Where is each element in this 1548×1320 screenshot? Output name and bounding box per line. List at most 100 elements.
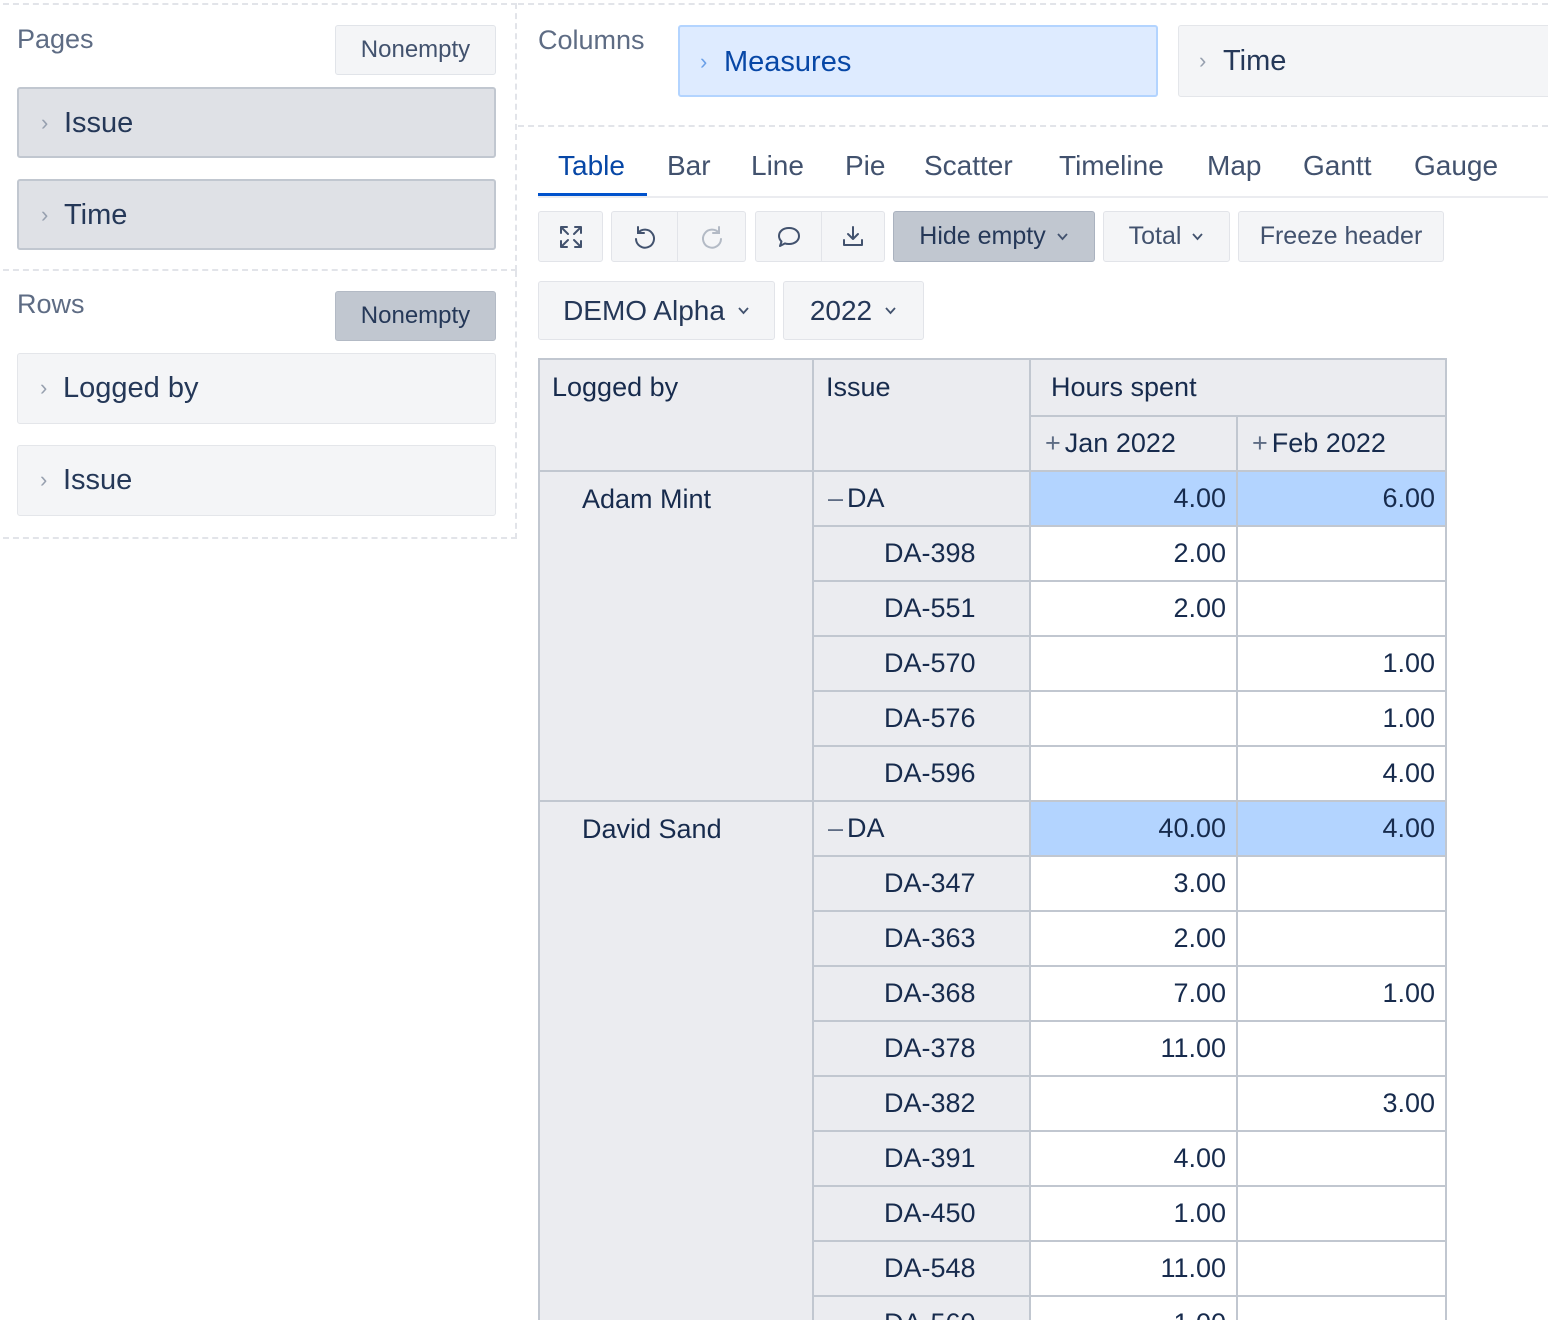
project-filter-dropdown[interactable]: DEMO Alpha [538, 281, 775, 340]
chevron-down-icon [885, 307, 896, 315]
issue-cell[interactable]: DA-347 [812, 855, 1031, 912]
chart-type-tabs: Table Bar Line Pie Scatter Timeline Map … [538, 140, 1548, 198]
value-cell[interactable]: 4.00 [1029, 470, 1238, 527]
columns-section: Columns › Measures › Time [518, 3, 1548, 127]
tab-scatter[interactable]: Scatter [924, 150, 1013, 182]
tab-pie[interactable]: Pie [845, 150, 885, 182]
value-cell[interactable]: 2.00 [1029, 580, 1238, 637]
member-logged-by[interactable]: David Sand [538, 800, 814, 1320]
issue-cell[interactable]: DA-368 [812, 965, 1031, 1022]
rows-item-logged-by[interactable]: › Logged by [17, 353, 496, 424]
value-cell[interactable]: 7.00 [1029, 965, 1238, 1022]
value-cell[interactable]: 4.00 [1029, 1130, 1238, 1187]
issue-cell[interactable]: DA-391 [812, 1130, 1031, 1187]
value-cell[interactable]: 6.00 [1236, 470, 1447, 527]
value-cell[interactable] [1236, 580, 1447, 637]
value-cell[interactable]: 2.00 [1029, 525, 1238, 582]
total-dropdown[interactable]: Total [1103, 211, 1230, 262]
chevron-right-icon: › [1199, 48, 1207, 73]
tab-gauge[interactable]: Gauge [1414, 150, 1498, 182]
header-jan-2022[interactable]: + Jan 2022 [1029, 415, 1238, 472]
columns-item-label: Measures [724, 46, 852, 78]
undo-button[interactable] [611, 211, 678, 262]
value-cell[interactable] [1236, 1185, 1447, 1242]
collapse-icon[interactable]: – [828, 483, 843, 513]
value-cell[interactable]: 40.00 [1029, 800, 1238, 857]
table-row: Adam Mint – DA 4.00 6.00 [538, 470, 1447, 802]
rows-item-issue[interactable]: › Issue [17, 445, 496, 516]
columns-item-time[interactable]: › Time [1178, 25, 1548, 97]
value-cell[interactable] [1029, 745, 1238, 802]
value-cell[interactable]: 3.00 [1029, 855, 1238, 912]
tab-bar[interactable]: Bar [667, 150, 711, 182]
pivot-table: Logged by Issue Hours spent + Jan 2022 + F… [538, 358, 1447, 1320]
value-cell[interactable]: 11.00 [1029, 1240, 1238, 1297]
value-cell[interactable]: 4.00 [1236, 800, 1447, 857]
expand-icon[interactable]: + [1252, 428, 1268, 458]
issue-parent-cell[interactable]: – DA [812, 800, 1031, 857]
value-cell[interactable] [1029, 690, 1238, 747]
issue-cell[interactable]: DA-450 [812, 1185, 1031, 1242]
value-cell[interactable]: 4.00 [1236, 745, 1447, 802]
hide-empty-label: Hide empty [919, 222, 1046, 250]
pages-item-time[interactable]: › Time [17, 179, 496, 250]
issue-parent-cell[interactable]: – DA [812, 470, 1031, 527]
issue-cell[interactable]: DA-382 [812, 1075, 1031, 1132]
value-cell[interactable] [1236, 855, 1447, 912]
value-cell[interactable] [1029, 1075, 1238, 1132]
year-filter-dropdown[interactable]: 2022 [783, 281, 924, 340]
value-cell[interactable]: 1.00 [1236, 635, 1447, 692]
tab-gantt[interactable]: Gantt [1303, 150, 1371, 182]
header-issue[interactable]: Issue [812, 358, 1031, 472]
issue-cell[interactable]: DA-378 [812, 1020, 1031, 1077]
header-logged-by[interactable]: Logged by [538, 358, 814, 472]
rows-item-label: Logged by [63, 372, 199, 404]
freeze-header-label: Freeze header [1259, 222, 1423, 250]
value-cell[interactable] [1236, 1240, 1447, 1297]
issue-cell[interactable]: DA-570 [812, 635, 1031, 692]
value-cell[interactable]: 1.00 [1236, 690, 1447, 747]
rows-nonempty-button[interactable]: Nonempty [335, 291, 496, 341]
issue-cell[interactable]: DA-576 [812, 690, 1031, 747]
tab-line[interactable]: Line [751, 150, 804, 182]
export-button[interactable] [822, 211, 885, 262]
pages-item-issue[interactable]: › Issue [17, 87, 496, 158]
header-measure[interactable]: Hours spent [1029, 358, 1447, 417]
tab-table[interactable]: Table [558, 150, 625, 182]
value-cell[interactable] [1236, 910, 1447, 967]
fullscreen-button[interactable] [538, 211, 603, 262]
freeze-header-button[interactable]: Freeze header [1238, 211, 1444, 262]
issue-cell[interactable]: DA-596 [812, 745, 1031, 802]
issue-cell[interactable]: DA-548 [812, 1240, 1031, 1297]
columns-item-measures[interactable]: › Measures [678, 25, 1158, 97]
pages-nonempty-button[interactable]: Nonempty [335, 25, 496, 75]
value-cell[interactable]: 1.00 [1236, 965, 1447, 1022]
value-cell[interactable] [1236, 1130, 1447, 1187]
issue-cell[interactable]: DA-551 [812, 580, 1031, 637]
value-cell[interactable] [1029, 635, 1238, 692]
tab-map[interactable]: Map [1207, 150, 1261, 182]
comment-button[interactable] [755, 211, 822, 262]
member-logged-by[interactable]: Adam Mint [538, 470, 814, 802]
issue-cell[interactable]: DA-560 [812, 1295, 1031, 1320]
issue-cell[interactable]: DA-363 [812, 910, 1031, 967]
issue-cell[interactable]: DA-398 [812, 525, 1031, 582]
redo-button[interactable] [678, 211, 746, 262]
value-cell[interactable]: 2.00 [1029, 910, 1238, 967]
value-cell[interactable] [1236, 1020, 1447, 1077]
download-icon [843, 225, 863, 246]
tab-timeline[interactable]: Timeline [1059, 150, 1164, 182]
expand-icon[interactable]: + [1045, 428, 1061, 458]
value-cell[interactable]: 3.00 [1236, 1075, 1447, 1132]
value-cell[interactable] [1236, 1295, 1447, 1320]
hide-empty-dropdown[interactable]: Hide empty [893, 211, 1095, 262]
collapse-icon[interactable]: – [828, 813, 843, 843]
total-label: Total [1128, 222, 1182, 250]
header-feb-2022[interactable]: + Feb 2022 [1236, 415, 1447, 472]
value-cell[interactable]: 11.00 [1029, 1020, 1238, 1077]
value-cell[interactable]: 1.00 [1029, 1295, 1238, 1320]
comment-icon [777, 226, 800, 247]
project-filter-value: DEMO Alpha [563, 294, 725, 326]
value-cell[interactable]: 1.00 [1029, 1185, 1238, 1242]
value-cell[interactable] [1236, 525, 1447, 582]
